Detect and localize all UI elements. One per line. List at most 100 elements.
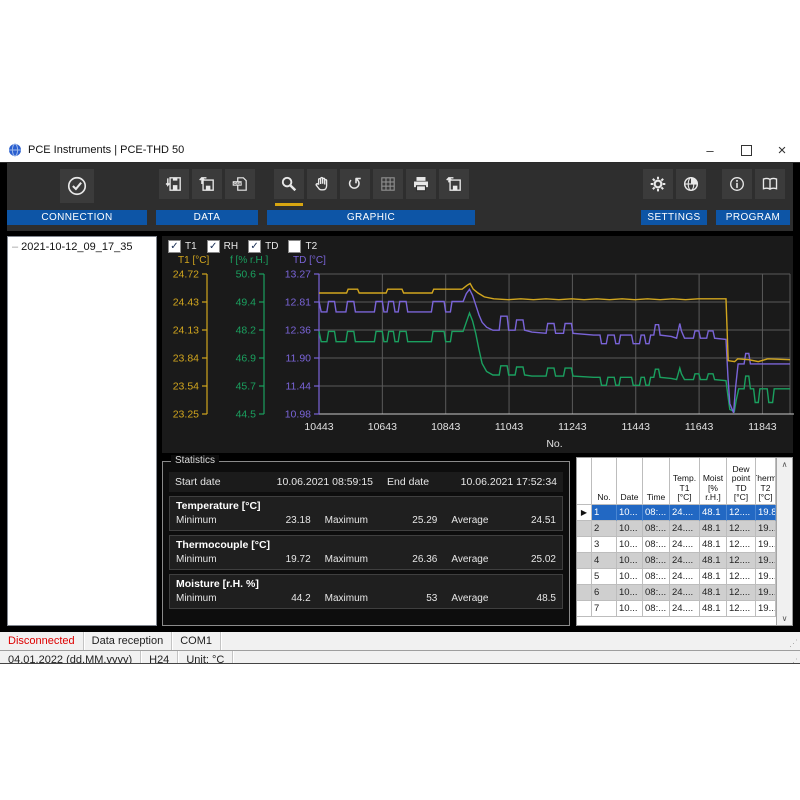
header-selector (577, 458, 592, 505)
zoom-tool-button[interactable] (274, 169, 304, 199)
reset-view-button[interactable]: ↺ (340, 169, 370, 199)
cell-dew: 12.... (727, 601, 756, 617)
header-no[interactable]: No. (592, 458, 617, 505)
group-label-program: PROGRAM (716, 210, 790, 225)
header-time[interactable]: Time (643, 458, 670, 505)
svg-text:46.9: 46.9 (236, 353, 257, 365)
print-graph-button[interactable] (406, 169, 436, 199)
cell-temp: 24.... (670, 505, 700, 521)
table-scrollbar[interactable]: ∧ ∨ (776, 458, 792, 625)
connect-button[interactable] (60, 169, 94, 203)
table-row[interactable]: 6 10... 08:... 24.... 48.1 12.... 19.... (577, 585, 776, 601)
reset-rotate-icon: ↺ (347, 175, 362, 193)
info-button[interactable] (722, 169, 752, 199)
table-row[interactable]: 7 10... 08:... 24.... 48.1 12.... 19.... (577, 601, 776, 617)
chart-plot[interactable]: 24.7224.4324.1323.8423.5423.2550.649.448… (162, 268, 797, 454)
checkbox-td-label: TD (265, 241, 278, 252)
checkbox-t1[interactable]: ✓ T1 (168, 239, 197, 254)
header-dewpoint[interactable]: Dew point TD [°C] (727, 458, 756, 505)
svg-text:10643: 10643 (368, 421, 397, 433)
close-button[interactable]: × (764, 138, 800, 162)
header-therm-t2[interactable]: Therm. T2 [°C] (756, 458, 776, 505)
scroll-down-icon[interactable]: ∨ (782, 614, 788, 623)
minimize-button[interactable]: – (692, 138, 728, 162)
max-value: 25.29 (377, 515, 438, 526)
min-label: Minimum (176, 515, 250, 526)
checkbox-t2[interactable]: T2 (288, 239, 317, 254)
svg-text:10843: 10843 (431, 421, 460, 433)
header-date[interactable]: Date (617, 458, 643, 505)
tree-item-dataset[interactable]: – 2021-10-12_09_17_35 (10, 240, 154, 254)
cell-date: 10... (617, 537, 643, 553)
table-row[interactable]: 2 10... 08:... 24.... 48.1 12.... 19.... (577, 521, 776, 537)
svg-text:11043: 11043 (495, 421, 524, 433)
data-table: No. Date Time Temp. T1 [°C] Moist [% r.H… (577, 458, 776, 625)
app-globe-icon (8, 143, 22, 157)
statistics-title: Statistics (171, 455, 219, 466)
cell-time: 08:... (643, 569, 670, 585)
toolbar-group-data: CSV DATA (156, 166, 258, 225)
svg-text:24.72: 24.72 (173, 269, 199, 281)
cell-no: 3 (592, 537, 617, 553)
cell-therm: 19.... (756, 521, 776, 537)
start-date-label: Start date (175, 476, 253, 488)
data-table-panel: No. Date Time Temp. T1 [°C] Moist [% r.H… (576, 457, 793, 626)
svg-text:11643: 11643 (685, 421, 714, 433)
end-date-value: 10.06.2021 17:52:34 (437, 476, 557, 488)
cell-moist: 48.1 (700, 569, 727, 585)
row-pointer-icon: ▶ (581, 508, 587, 517)
header-temp-t1[interactable]: Temp. T1 [°C] (670, 458, 700, 505)
chart-panel: ✓ T1 ✓ RH ✓ TD T2 (162, 236, 793, 453)
cell-temp: 24.... (670, 601, 700, 617)
tree-branch-icon: – (12, 241, 18, 253)
save-data-button[interactable] (159, 169, 189, 199)
load-data-button[interactable] (192, 169, 222, 199)
svg-text:48.2: 48.2 (236, 325, 257, 337)
header-moist[interactable]: Moist [% r.H.] (700, 458, 727, 505)
svg-text:23.84: 23.84 (173, 353, 199, 365)
magnifier-icon (280, 175, 298, 193)
settings-button[interactable] (643, 169, 673, 199)
table-row[interactable]: 3 10... 08:... 24.... 48.1 12.... 19.... (577, 537, 776, 553)
info-icon (728, 175, 746, 193)
connection-check-icon (66, 175, 88, 197)
group-label-connection: CONNECTION (7, 210, 147, 225)
cell-therm: 19.... (756, 601, 776, 617)
export-csv-button[interactable]: CSV (225, 169, 255, 199)
checkbox-rh[interactable]: ✓ RH (207, 239, 238, 254)
max-label: Maximum (311, 593, 377, 604)
svg-text:CSV: CSV (233, 182, 241, 186)
resize-grip-icon[interactable]: ⋰ (789, 651, 800, 664)
svg-text:23.25: 23.25 (173, 409, 199, 421)
svg-text:24.13: 24.13 (173, 325, 199, 337)
pan-tool-button[interactable] (307, 169, 337, 199)
svg-text:11243: 11243 (558, 421, 587, 433)
cell-moist: 48.1 (700, 505, 727, 521)
statistics-section-thermocouple: Thermocouple [°C] Minimum 19.72 Maximum … (169, 535, 563, 570)
cell-dew: 12.... (727, 521, 756, 537)
svg-text:10443: 10443 (304, 421, 333, 433)
unit-status: Unit: °C (178, 651, 233, 664)
table-row[interactable]: ▶ 1 10... 08:... 24.... 48.1 12.... 19.8 (577, 505, 776, 521)
language-button[interactable] (676, 169, 706, 199)
resize-grip-icon[interactable]: ⋰ (789, 632, 800, 650)
maximize-button[interactable] (728, 138, 764, 162)
save-graph-floppy-icon (445, 175, 463, 193)
cell-dew: 12.... (727, 553, 756, 569)
table-row[interactable]: 5 10... 08:... 24.... 48.1 12.... 19.... (577, 569, 776, 585)
cell-temp: 24.... (670, 537, 700, 553)
svg-text:44.5: 44.5 (236, 409, 257, 421)
data-reception-status: Data reception (84, 632, 173, 650)
manual-button[interactable] (755, 169, 785, 199)
save-graph-button[interactable] (439, 169, 469, 199)
table-row[interactable]: 4 10... 08:... 24.... 48.1 12.... 19.... (577, 553, 776, 569)
dataset-tree: – 2021-10-12_09_17_35 (7, 236, 157, 626)
cell-no: 2 (592, 521, 617, 537)
cell-date: 10... (617, 521, 643, 537)
toolbar-group-program: PROGRAM (716, 166, 790, 225)
scroll-up-icon[interactable]: ∧ (782, 460, 788, 469)
checkbox-td[interactable]: ✓ TD (248, 239, 278, 254)
grid-toggle-button[interactable] (373, 169, 403, 199)
group-label-graphic: GRAPHIC (267, 210, 475, 225)
cell-no: 6 (592, 585, 617, 601)
